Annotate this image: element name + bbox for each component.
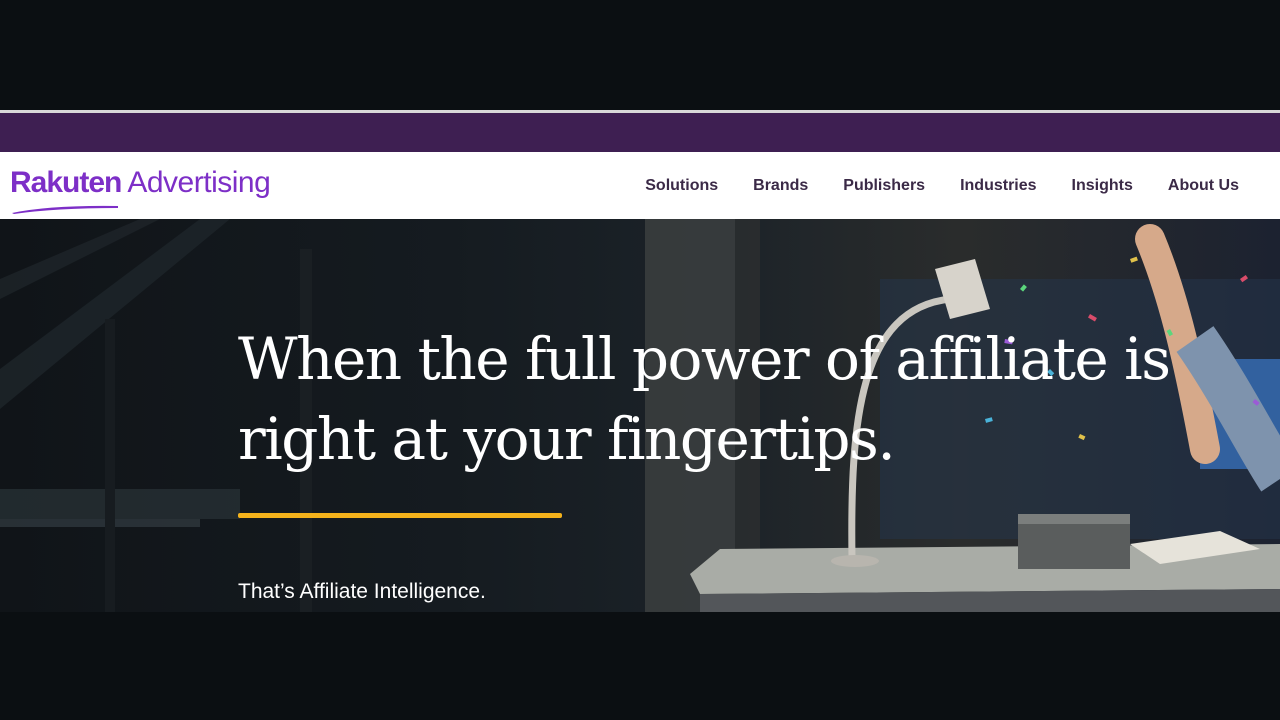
nav-publishers[interactable]: Publishers (843, 177, 925, 195)
logo-word-rakuten: Rakuten (10, 166, 122, 199)
hero-headline: When the full power of affiliate is righ… (238, 325, 1171, 473)
promo-bar (0, 113, 1280, 152)
screenshot-frame: Rakuten Advertising Solutions Brands Publ… (0, 0, 1280, 720)
nav-brands[interactable]: Brands (753, 177, 808, 195)
bottom-letterbox (0, 612, 1280, 720)
nav-solutions[interactable]: Solutions (645, 177, 718, 195)
main-nav: Solutions Brands Publishers Industries I… (645, 152, 1239, 219)
nav-insights[interactable]: Insights (1072, 177, 1133, 195)
nav-about-us[interactable]: About Us (1168, 177, 1239, 195)
logo-swoosh-icon (12, 205, 118, 214)
logo-word-advertising: Advertising (127, 166, 271, 199)
site-header: Rakuten Advertising Solutions Brands Publ… (0, 152, 1280, 219)
nav-industries[interactable]: Industries (960, 177, 1036, 195)
hero-subheadline: That’s Affiliate Intelligence. (238, 580, 486, 603)
rakuten-advertising-logo[interactable]: Rakuten Advertising (10, 166, 271, 214)
hero-banner: When the full power of affiliate is righ… (0, 219, 1280, 612)
hero-accent-underline (238, 513, 562, 518)
